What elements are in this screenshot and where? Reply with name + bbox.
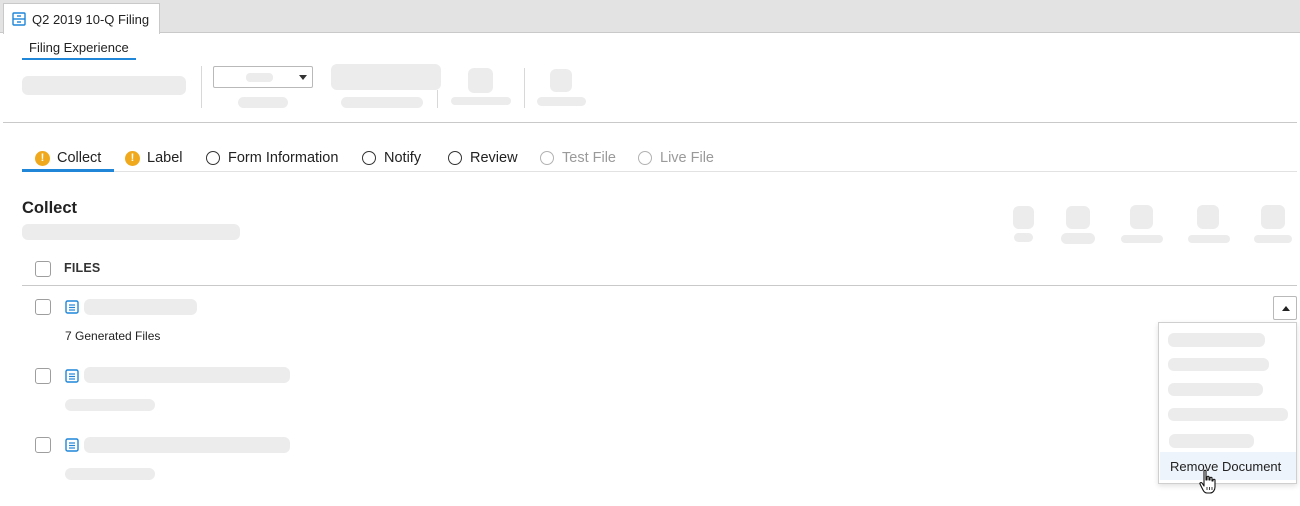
action-label-placeholder xyxy=(1188,235,1230,243)
action-label-placeholder xyxy=(1121,235,1163,243)
document-tab-label: Q2 2019 10-Q Filing xyxy=(32,11,150,27)
dropdown-value-placeholder xyxy=(246,73,273,82)
filing-cabinet-icon xyxy=(12,12,26,26)
toolbar-button-placeholder xyxy=(468,68,493,93)
menu-item-placeholder[interactable] xyxy=(1169,434,1254,448)
active-step-indicator xyxy=(22,169,114,172)
step-label-text: Label xyxy=(147,150,183,166)
toolbar-divider xyxy=(524,68,525,108)
action-button-placeholder xyxy=(1197,205,1219,229)
step-label: Live File xyxy=(660,150,714,166)
file-meta-placeholder xyxy=(65,468,155,480)
toolbar-divider xyxy=(201,66,202,108)
select-all-checkbox[interactable] xyxy=(35,261,51,277)
empty-circle-icon xyxy=(206,151,220,165)
step-live-file: Live File xyxy=(638,150,714,166)
step-review[interactable]: Review xyxy=(448,150,518,166)
toolbar-button-placeholder xyxy=(550,69,572,92)
section-title: Collect xyxy=(22,199,78,217)
file-name-placeholder[interactable] xyxy=(84,299,197,315)
action-label-placeholder xyxy=(1014,233,1033,242)
section-subtitle-placeholder xyxy=(22,224,240,240)
step-label: Review xyxy=(470,150,518,166)
menu-item-placeholder[interactable] xyxy=(1168,358,1269,371)
toolbar-placeholder xyxy=(331,64,441,90)
action-label-placeholder xyxy=(1061,233,1095,244)
step-form-information[interactable]: Form Information xyxy=(206,150,338,166)
row-context-menu: Remove Document xyxy=(1158,322,1297,484)
file-name-placeholder[interactable] xyxy=(84,367,290,383)
document-tab[interactable]: Q2 2019 10-Q Filing xyxy=(3,3,160,34)
document-icon xyxy=(65,300,79,314)
row-menu-button[interactable] xyxy=(1273,296,1297,320)
empty-circle-icon xyxy=(448,151,462,165)
files-column-header: FILES xyxy=(64,261,101,275)
file-row-checkbox[interactable] xyxy=(35,299,51,315)
step-label: Collect xyxy=(57,150,102,166)
step-label: Notify xyxy=(384,150,422,166)
file-row-checkbox[interactable] xyxy=(35,368,51,384)
action-label-placeholder xyxy=(1254,235,1292,243)
document-icon xyxy=(65,438,79,452)
warning-icon: ! xyxy=(35,150,50,166)
subnav-tab-filing-experience[interactable]: Filing Experience xyxy=(22,40,136,60)
warning-icon: ! xyxy=(125,150,140,166)
action-button-placeholder xyxy=(1066,206,1090,229)
empty-circle-icon xyxy=(638,151,652,165)
action-button-placeholder xyxy=(1261,205,1285,229)
toolbar-separator xyxy=(3,122,1297,123)
file-meta-placeholder xyxy=(65,399,155,411)
generated-files-caption[interactable]: 7 Generated Files xyxy=(65,329,160,343)
toolbar-divider xyxy=(437,90,438,108)
empty-circle-icon xyxy=(540,151,554,165)
menu-item-placeholder[interactable] xyxy=(1168,383,1263,396)
step-collect[interactable]: ! Collect xyxy=(35,150,101,166)
toolbar-dropdown[interactable] xyxy=(213,66,313,88)
toolbar-placeholder xyxy=(341,97,423,108)
hand-pointer-icon xyxy=(1199,469,1216,494)
step-test-file: Test File xyxy=(540,150,616,166)
caret-up-icon xyxy=(1282,306,1290,311)
toolbar-placeholder xyxy=(238,97,288,108)
action-button-placeholder xyxy=(1013,206,1034,229)
chevron-down-icon xyxy=(299,75,307,80)
step-notify[interactable]: Notify xyxy=(362,150,421,166)
step-label: Form Information xyxy=(228,150,339,166)
menu-item-placeholder[interactable] xyxy=(1168,408,1288,421)
step-label[interactable]: ! Label xyxy=(125,150,182,166)
document-tab-bar: Q2 2019 10-Q Filing xyxy=(0,0,1300,34)
workflow-steps: ! Collect ! Label Form Information Notif… xyxy=(22,146,1297,172)
toolbar-placeholder xyxy=(537,97,586,106)
file-name-placeholder[interactable] xyxy=(84,437,290,453)
menu-item-placeholder[interactable] xyxy=(1168,333,1265,347)
document-icon xyxy=(65,369,79,383)
step-label: Test File xyxy=(562,150,616,166)
toolbar-placeholder xyxy=(22,76,186,95)
files-header-separator xyxy=(22,285,1297,286)
remove-document-menu-item[interactable]: Remove Document xyxy=(1160,452,1296,480)
action-button-placeholder xyxy=(1130,205,1153,229)
empty-circle-icon xyxy=(362,151,376,165)
file-row-checkbox[interactable] xyxy=(35,437,51,453)
toolbar-placeholder xyxy=(451,97,511,105)
